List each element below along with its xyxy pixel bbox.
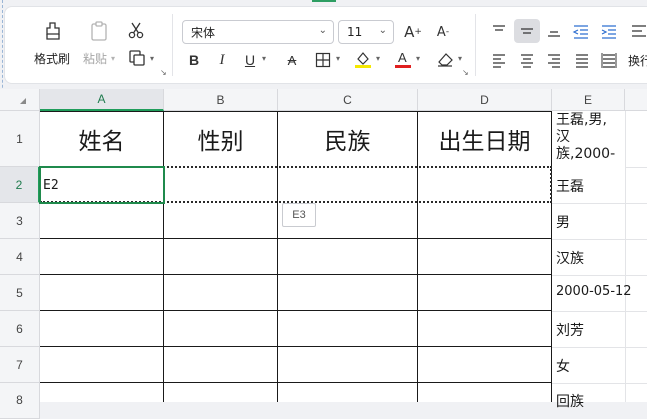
row-header-1[interactable]: 1 [0,111,40,167]
increase-indent-icon[interactable] [598,20,620,42]
copy-marquee-right [550,166,552,203]
column-header-c[interactable]: C [278,89,418,111]
wrap-text-button[interactable]: 换行 [628,52,647,69]
gridline [552,239,647,240]
cut-icon[interactable] [124,18,148,42]
format-painter-label[interactable]: 格式刷 [34,50,70,67]
cell-e8[interactable]: 回族 [556,391,584,411]
gridline [625,111,626,402]
row-header-2[interactable]: 2 [0,167,40,203]
font-name-select[interactable]: 宋体 ⌄ [182,20,334,44]
underline-icon[interactable]: U [241,50,259,70]
column-header-f[interactable] [625,89,647,111]
cell-e7[interactable]: 女 [556,356,570,376]
paste-label: 粘贴 [83,52,108,66]
cell-e1-line-3: 族,2000- [556,146,616,162]
copy-dropdown-chevron-icon[interactable]: ▾ [150,54,154,63]
row-header-3[interactable]: 3 [0,203,40,239]
borders-icon[interactable] [313,50,333,70]
table-border [40,346,552,347]
gridline [552,311,647,312]
font-color-dropdown-chevron-icon[interactable]: ▾ [416,54,420,63]
italic-icon[interactable]: I [213,50,231,70]
cell-a2[interactable]: E2 [43,178,59,193]
paste-dropdown-chevron-icon: ▾ [111,54,116,63]
table-border [40,382,552,383]
row-header-7[interactable]: 7 [0,347,40,383]
align-right-icon[interactable] [543,50,565,70]
select-all-corner[interactable] [0,89,40,111]
cell-c1[interactable]: 民族 [278,112,417,166]
select-all-triangle-icon [20,98,26,104]
toolbar-separator [172,14,173,76]
row-header-8[interactable]: 8 [0,383,40,419]
active-tab-indicator [312,0,336,2]
format-painter-icon[interactable] [40,18,66,44]
cell-b1[interactable]: 性别 [164,112,277,166]
font-name-value: 宋体 [191,25,216,40]
align-left-icon[interactable] [488,50,510,70]
svg-text:A: A [398,50,407,65]
font-size-chevron-icon: ⌄ [378,25,387,36]
font-name-chevron-icon: ⌄ [318,25,327,36]
fill-color-dropdown-chevron-icon[interactable]: ▾ [376,54,380,63]
cell-e6[interactable]: 刘芳 [556,320,584,340]
justify-icon[interactable] [571,50,593,70]
column-header-d[interactable]: D [418,89,552,111]
cell-e1-line-1: 王磊,男, [556,112,607,128]
table-border [40,310,552,311]
row-header-5[interactable]: 5 [0,275,40,311]
align-top-icon[interactable] [488,20,510,42]
decrease-font-size-icon[interactable]: A- [432,20,454,44]
bold-icon[interactable]: B [185,50,203,70]
cell-e1[interactable]: 王磊,男, 汉 族,2000- [556,112,615,163]
column-header-e[interactable]: E [552,89,625,111]
cell-a1[interactable]: 姓名 [40,112,163,166]
align-center-icon[interactable] [516,50,538,70]
font-color-icon[interactable]: A [392,48,414,70]
cell-e2[interactable]: 王磊 [556,176,584,196]
orientation-icon[interactable] [630,20,647,42]
cell-reference-tooltip: E3 [282,203,316,227]
strikethrough-icon[interactable]: A [282,50,302,70]
cell-e4[interactable]: 汉族 [556,248,584,268]
increase-font-size-icon[interactable]: A + [402,20,424,44]
gridline [552,347,647,348]
clipboard-launcher-icon[interactable]: ↘ [160,68,167,77]
fill-color-icon[interactable] [352,48,374,70]
gridline [625,167,647,168]
clear-format-icon[interactable] [434,49,456,69]
decrease-indent-icon[interactable] [570,20,592,42]
gridline [552,275,647,276]
font-size-select[interactable]: 11 ⌄ [338,20,394,44]
cell-e5[interactable]: 2000-05-12 [556,284,632,299]
align-middle-icon[interactable] [514,19,540,43]
toolbar-separator [475,14,476,76]
gridline [552,203,647,204]
align-bottom-icon[interactable] [543,20,565,42]
gridline [552,383,647,384]
paste-icon [86,18,112,44]
row-header-6[interactable]: 6 [0,311,40,347]
cell-e3[interactable]: 男 [556,212,570,232]
row-header-4[interactable]: 4 [0,239,40,275]
clear-format-dropdown-chevron-icon[interactable]: ▾ [458,54,462,63]
cell-e1-line-2: 汉 [556,129,570,145]
font-launcher-icon[interactable]: ↘ [462,68,469,77]
table-border [551,111,552,402]
distributed-align-icon[interactable] [598,50,620,70]
borders-dropdown-chevron-icon[interactable]: ▾ [336,54,340,63]
cell-d1[interactable]: 出生日期 [418,112,551,166]
column-header-b[interactable]: B [164,89,278,111]
table-border [40,238,552,239]
table-border [40,274,552,275]
underline-dropdown-chevron-icon[interactable]: ▾ [262,54,266,63]
copy-icon[interactable] [127,48,147,68]
column-header-a[interactable]: A [40,89,164,111]
font-size-value: 11 [347,25,363,39]
